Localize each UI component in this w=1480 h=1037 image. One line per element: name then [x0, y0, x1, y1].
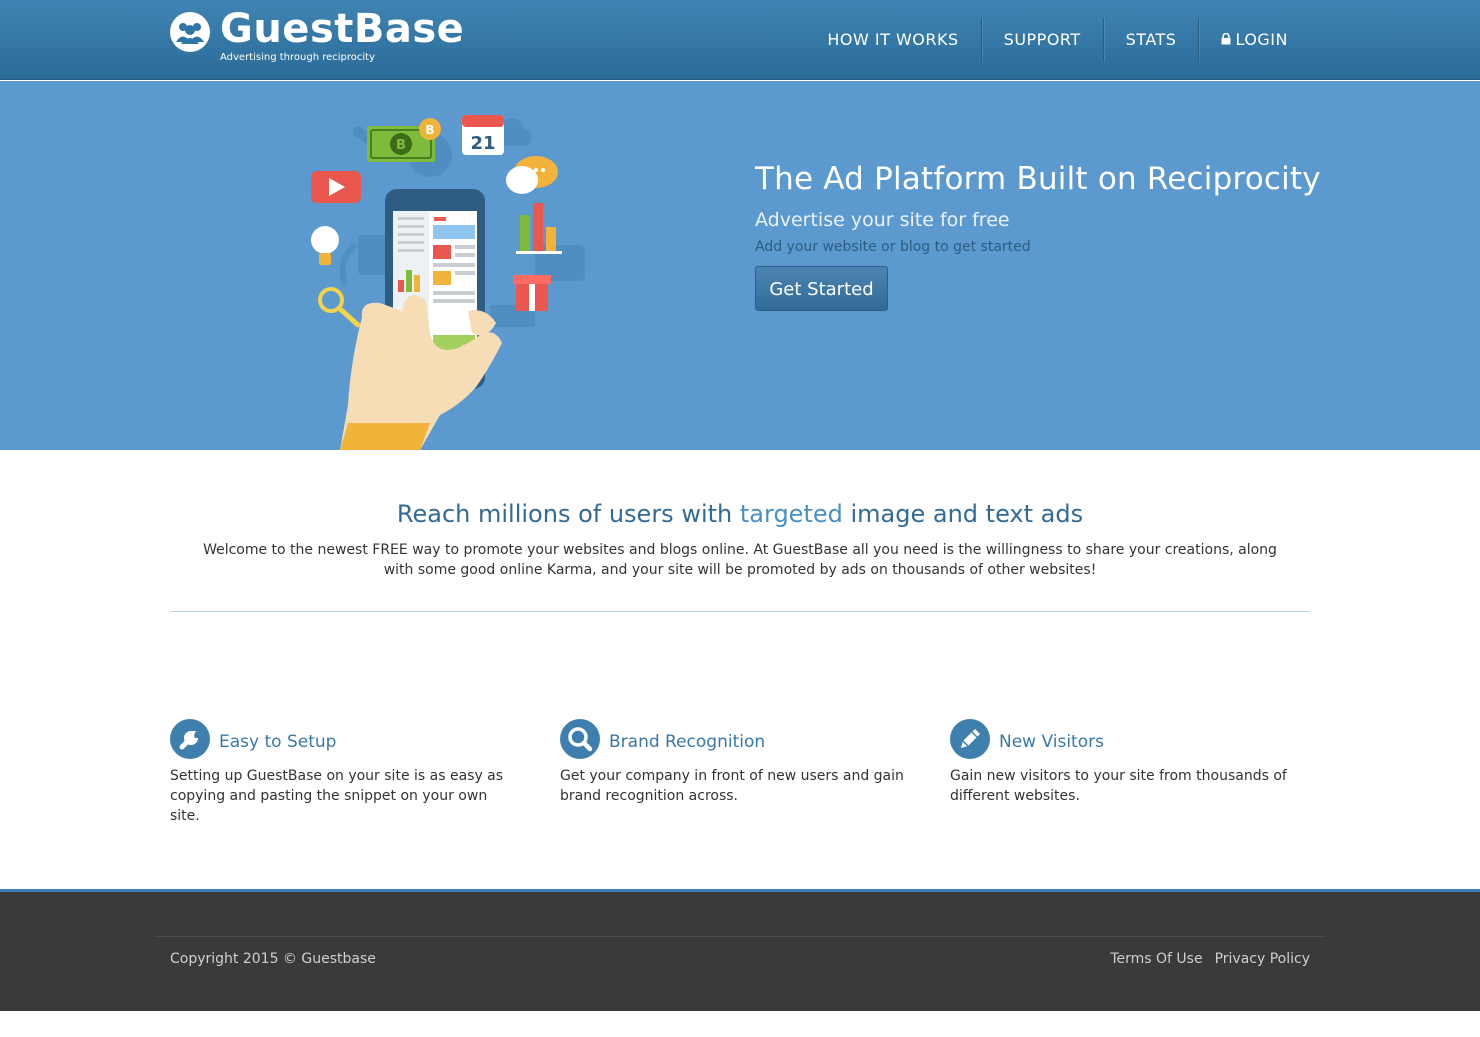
intro-title-before: Reach millions of users with: [396, 500, 740, 528]
svg-text:B: B: [425, 123, 434, 137]
nav-how-it-works-label: HOW IT WORKS: [827, 30, 959, 49]
svg-text:B: B: [396, 138, 406, 153]
feature-title: New Visitors: [999, 732, 1104, 752]
nav-how-it-works[interactable]: HOW IT WORKS: [805, 18, 980, 62]
main-nav: HOW IT WORKS SUPPORT STATS LOGIN: [805, 18, 1310, 62]
intro-title-after: image and text ads: [842, 500, 1084, 528]
intro-section: Reach millions of users with targeted im…: [170, 462, 1310, 612]
nav-login-label: LOGIN: [1235, 30, 1288, 49]
logo-title: GuestBase: [220, 6, 465, 52]
hero-text: The Ad Platform Built on Reciprocity Adv…: [755, 161, 1355, 311]
feature-text: Get your company in front of new users a…: [560, 768, 904, 804]
pencil-icon: [950, 719, 990, 759]
feature-text: Setting up GuestBase on your site is as …: [170, 768, 504, 824]
wrench-icon: [170, 719, 210, 759]
nav-support-label: SUPPORT: [1003, 30, 1081, 49]
footer-divider: [155, 936, 1325, 937]
footer-copyright: Copyright 2015 © Guestbase: [170, 951, 376, 967]
footer-links: Terms Of Use Privacy Policy: [1098, 951, 1310, 967]
hero-section: B B 21 The Ad Platform Built on Reciproc…: [0, 81, 1480, 450]
hero-subtext: Add your website or blog to get started: [755, 239, 1031, 255]
logo-tagline: Advertising through reciprocity: [220, 52, 376, 63]
hero-illustration: B B 21: [290, 105, 590, 450]
feature-title: Brand Recognition: [609, 732, 766, 752]
nav-support[interactable]: SUPPORT: [980, 18, 1103, 62]
site-header: GuestBase Advertising through reciprocit…: [0, 0, 1480, 80]
footer-link-privacy[interactable]: Privacy Policy: [1215, 951, 1310, 967]
calendar-day: 21: [470, 133, 495, 154]
nav-stats[interactable]: STATS: [1102, 18, 1199, 62]
users-icon: [170, 12, 210, 52]
intro-title-accent: targeted: [739, 500, 843, 528]
site-footer: Copyright 2015 © Guestbase Terms Of Use P…: [0, 889, 1480, 1011]
nav-login[interactable]: LOGIN: [1198, 18, 1310, 62]
hero-subtitle: Advertise your site for free: [755, 209, 1010, 231]
intro-body: Welcome to the newest FREE way to promot…: [203, 542, 1277, 578]
nav-stats-label: STATS: [1125, 30, 1177, 49]
feature-title: Easy to Setup: [219, 732, 337, 752]
search-icon: [560, 719, 600, 759]
lock-icon: [1221, 18, 1231, 62]
features-section: Easy to Setup Setting up GuestBase on yo…: [170, 719, 1310, 824]
hero-title: The Ad Platform Built on Reciprocity: [755, 161, 1321, 197]
feature-text: Gain new visitors to your site from thou…: [950, 768, 1287, 804]
footer-link-terms[interactable]: Terms Of Use: [1110, 951, 1202, 967]
intro-title: Reach millions of users with targeted im…: [170, 500, 1310, 528]
get-started-button[interactable]: Get Started: [755, 266, 888, 311]
